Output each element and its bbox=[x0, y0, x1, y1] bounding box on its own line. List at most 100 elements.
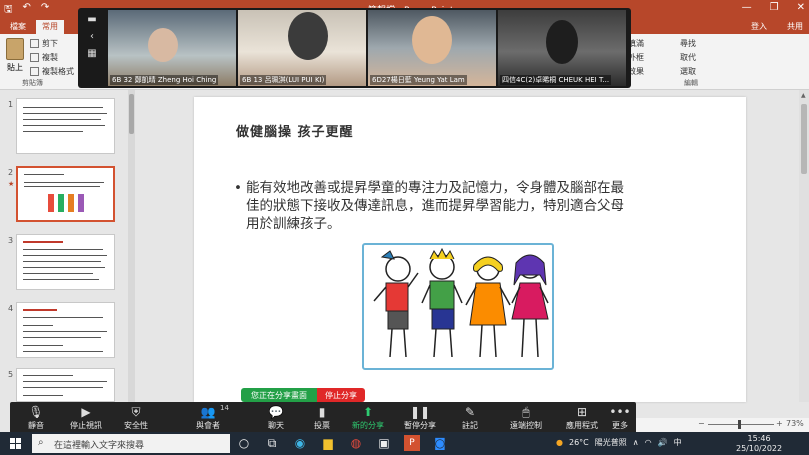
powerpoint-icon[interactable]: P bbox=[404, 435, 420, 451]
slides-panel: 1 2 ★ 3 4 5 bbox=[0, 90, 128, 402]
stop-video-button[interactable]: ▶ 停止視訊 bbox=[64, 404, 108, 431]
sign-in-link[interactable]: 登入 bbox=[751, 21, 767, 32]
video-tile[interactable]: 6D27楊日藍 Yeung Yat Lam bbox=[368, 10, 496, 86]
minimize-strip-icon[interactable]: ▬ bbox=[87, 14, 96, 25]
video-tile[interactable]: 6B 13 呂珮淇(LUI PUI KI) bbox=[238, 10, 366, 86]
participant-name: 6B 13 呂珮淇(LUI PUI KI) bbox=[240, 75, 327, 85]
ime-indicator[interactable]: 中 bbox=[674, 437, 682, 448]
slide-thumbnail-active[interactable] bbox=[16, 166, 115, 222]
weather-status[interactable]: 陽光普照 bbox=[595, 437, 627, 448]
taskbar-search-box[interactable]: ⌕ 在這裡輸入文字來搜尋 bbox=[32, 434, 230, 453]
participant-image bbox=[412, 16, 452, 64]
zoom-in-icon[interactable]: + bbox=[776, 419, 783, 428]
file-explorer-icon[interactable]: ▆ bbox=[320, 435, 336, 451]
temperature[interactable]: 26°C bbox=[569, 438, 589, 447]
text-line bbox=[24, 182, 104, 183]
windows-start-icon[interactable] bbox=[10, 438, 21, 449]
polls-button[interactable]: ▮ 投票 bbox=[300, 404, 344, 431]
slide-canvas[interactable]: 做健腦操 孩子更醒 • 能有效地改善或提昇學童的專注力及記憶力，令身體及腦部在最… bbox=[194, 97, 746, 402]
chat-button[interactable]: 💬 聊天 bbox=[254, 404, 298, 431]
remote-control-button[interactable]: 🖱 遠端控制 bbox=[504, 404, 548, 431]
screen-share-indicator: 您正在分享畫面 停止分享 bbox=[241, 388, 365, 402]
slide-title[interactable]: 做健腦操 孩子更醒 bbox=[236, 121, 354, 140]
security-button[interactable]: ⛨ 安全性 bbox=[114, 404, 158, 431]
minimize-icon[interactable]: — bbox=[742, 2, 752, 13]
scrollbar-thumb[interactable] bbox=[801, 104, 807, 174]
heading-line bbox=[23, 241, 63, 243]
text-line bbox=[23, 395, 63, 396]
participant-name: 6D27楊日藍 Yeung Yat Lam bbox=[370, 75, 467, 85]
video-tile[interactable]: 四信4C(2)卓晞桐 CHEUK HEI T... bbox=[498, 10, 626, 86]
task-view-icon[interactable]: ⧉ bbox=[264, 435, 280, 451]
text-line bbox=[23, 337, 101, 338]
text-line bbox=[23, 255, 107, 256]
scroll-up-icon[interactable]: ▲ bbox=[801, 92, 806, 99]
video-camera-icon: ▶ bbox=[81, 405, 91, 419]
stop-share-button[interactable]: 停止分享 bbox=[317, 388, 365, 402]
slides-panel-scrollbar[interactable] bbox=[128, 90, 135, 402]
clipboard-icon bbox=[6, 38, 24, 60]
quick-access-toolbar: 🖫 ↶ ↷ bbox=[4, 2, 49, 19]
tab-file[interactable]: 檔案 bbox=[4, 20, 32, 34]
volume-icon[interactable]: 🔊 bbox=[658, 438, 668, 447]
taskbar-clock[interactable]: 15:46 25/10/2022 bbox=[736, 434, 782, 454]
mute-button[interactable]: 🎙 靜音 bbox=[14, 404, 58, 431]
text-line bbox=[23, 381, 107, 382]
find-button[interactable]: 尋找 bbox=[680, 38, 696, 49]
replace-button[interactable]: 取代 bbox=[680, 52, 696, 63]
system-tray: ● 26°C 陽光普照 ∧ ◠ 🔊 中 bbox=[556, 437, 682, 448]
undo-icon[interactable]: ↶ bbox=[23, 2, 31, 19]
tab-home[interactable]: 常用 bbox=[36, 20, 64, 34]
video-tile[interactable]: 6B 32 鄭凱晴 Zheng Hoi Ching bbox=[108, 10, 236, 86]
redo-icon[interactable]: ↷ bbox=[41, 2, 49, 19]
text-line bbox=[23, 119, 101, 120]
cartoon-kids-image[interactable] bbox=[362, 243, 554, 370]
format-painter-button[interactable]: 複製格式 bbox=[30, 66, 74, 77]
chevron-up-icon[interactable]: ∧ bbox=[633, 438, 639, 447]
cortana-icon[interactable]: ○ bbox=[236, 435, 252, 451]
chrome-icon[interactable]: ◍ bbox=[348, 435, 364, 451]
copy-button[interactable]: 複製 bbox=[30, 52, 74, 63]
ppt-status-bar: − + 73% bbox=[636, 418, 809, 432]
slide-bullet[interactable]: • 能有效地改善或提昇學童的專注力及記憶力，令身體及腦部在最 佳的狀態下接收及傳… bbox=[234, 179, 704, 233]
chevron-left-icon[interactable]: ‹ bbox=[90, 31, 94, 42]
slide-scrollbar[interactable]: ▲ bbox=[799, 90, 809, 402]
zoom-slider[interactable] bbox=[708, 424, 774, 425]
select-button[interactable]: 選取 bbox=[680, 66, 696, 77]
editing-group: 尋找 取代 選取 bbox=[680, 38, 696, 77]
slide-thumbnail[interactable] bbox=[16, 368, 115, 402]
security-label: 安全性 bbox=[124, 421, 148, 430]
zoom-out-icon[interactable]: − bbox=[698, 419, 705, 428]
share-button[interactable]: 共用 bbox=[787, 21, 803, 32]
participant-name: 四信4C(2)卓晞桐 CHEUK HEI T... bbox=[500, 75, 612, 85]
save-icon[interactable]: 🖫 bbox=[4, 2, 13, 19]
wifi-icon[interactable]: ◠ bbox=[645, 438, 652, 447]
slide-thumbnail[interactable] bbox=[16, 302, 115, 358]
restore-icon[interactable]: ❐ bbox=[770, 2, 779, 13]
zoom-slider-knob[interactable] bbox=[738, 420, 741, 429]
zoom-app-icon[interactable]: ◙ bbox=[432, 435, 448, 451]
new-share-button[interactable]: ⬆ 新的分享 bbox=[346, 404, 390, 431]
polls-label: 投票 bbox=[314, 421, 330, 430]
annotate-button[interactable]: ✎ 註記 bbox=[448, 404, 492, 431]
pause-share-button[interactable]: ❚❚ 暫停分享 bbox=[398, 404, 442, 431]
slide-thumbnail[interactable] bbox=[16, 98, 115, 154]
edge-icon[interactable]: ◉ bbox=[292, 435, 308, 451]
grid-view-icon[interactable]: ▦ bbox=[87, 48, 96, 59]
remote-control-label: 遠端控制 bbox=[510, 421, 542, 430]
slide-thumbnail[interactable] bbox=[16, 234, 115, 290]
chat-bubble-icon: 💬 bbox=[268, 405, 284, 419]
cut-button[interactable]: 剪下 bbox=[30, 38, 74, 49]
clock-time: 15:46 bbox=[747, 434, 771, 443]
store-icon[interactable]: ▣ bbox=[376, 435, 392, 451]
format-painter-label: 複製格式 bbox=[42, 67, 74, 76]
zoom-level[interactable]: 73% bbox=[786, 419, 804, 428]
paste-button[interactable]: 貼上 bbox=[4, 38, 26, 73]
close-icon[interactable]: ✕ bbox=[797, 2, 805, 13]
participant-image bbox=[546, 20, 578, 64]
scrollbar-thumb[interactable] bbox=[129, 94, 134, 134]
figure-thumb bbox=[48, 194, 54, 212]
apps-label: 應用程式 bbox=[566, 421, 598, 430]
text-line bbox=[23, 345, 63, 346]
text-line bbox=[24, 174, 64, 175]
